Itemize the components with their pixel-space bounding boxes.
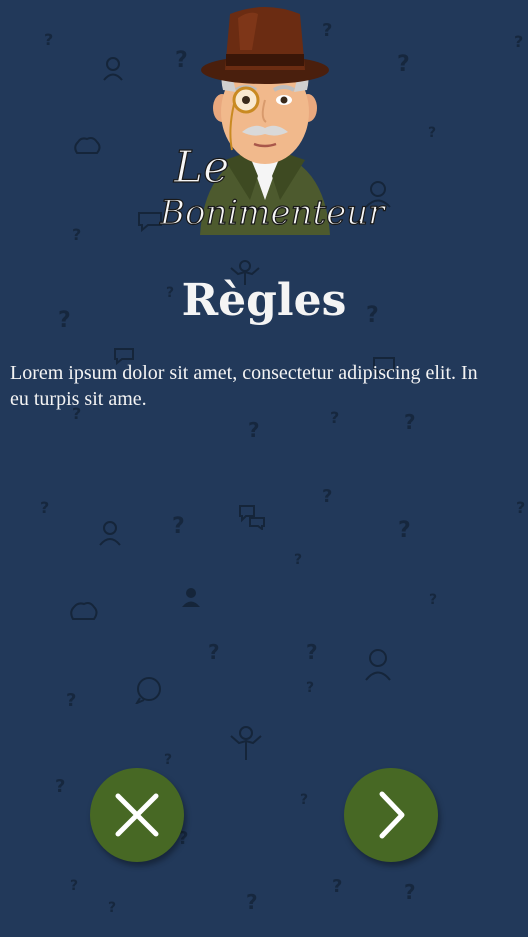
thinking-person-icon (103, 57, 123, 81)
question-mark-icon: ? (398, 518, 411, 543)
shrug-person-icon (230, 726, 262, 760)
question-mark-icon: ? (516, 498, 526, 517)
question-mark-icon: ? (429, 592, 438, 608)
question-mark-icon: ? (108, 900, 117, 916)
question-mark-icon: ? (306, 640, 318, 664)
question-mark-icon: ? (404, 410, 416, 434)
question-mark-icon: ? (70, 878, 79, 894)
question-mark-icon: ? (44, 30, 54, 49)
question-mark-icon: ? (332, 876, 343, 897)
brain-icon (70, 602, 98, 620)
thinking-person-icon (99, 521, 121, 546)
question-mark-icon: ? (248, 418, 260, 442)
page-title: Règles (181, 275, 347, 326)
question-mark-icon: ? (294, 552, 303, 568)
rules-text: Lorem ipsum dolor sit amet, consectetur … (10, 362, 478, 410)
question-mark-icon: ? (66, 690, 77, 711)
question-bubble-icon (135, 677, 161, 704)
person-icon (182, 588, 200, 607)
question-mark-icon: ? (300, 792, 309, 808)
chevron-right-icon (379, 791, 405, 839)
question-mark-icon: ? (404, 880, 416, 904)
question-mark-icon: ? (40, 498, 50, 517)
question-mark-icon: ? (55, 776, 66, 797)
speech-bubble-icon (239, 505, 265, 530)
question-mark-icon: ? (164, 752, 173, 768)
confused-person-icon (365, 649, 391, 681)
close-icon (115, 793, 159, 837)
question-mark-icon: ? (172, 514, 185, 539)
question-mark-icon: ? (72, 225, 82, 244)
next-button[interactable] (344, 768, 438, 862)
question-mark-icon: ? (514, 32, 524, 51)
logo: Le Bonimenteur (130, 0, 400, 240)
question-mark-icon: ? (208, 640, 220, 664)
brain-icon (74, 137, 101, 154)
logo-line2: Bonimenteur (159, 193, 386, 233)
question-mark-icon: ? (322, 486, 333, 507)
logo-text: Le Bonimenteur (158, 141, 386, 233)
question-mark-icon: ? (246, 890, 258, 914)
close-button[interactable] (90, 768, 184, 862)
question-mark-icon: ? (428, 125, 437, 141)
logo-line1: Le (173, 142, 229, 193)
question-mark-icon: ? (306, 680, 315, 696)
